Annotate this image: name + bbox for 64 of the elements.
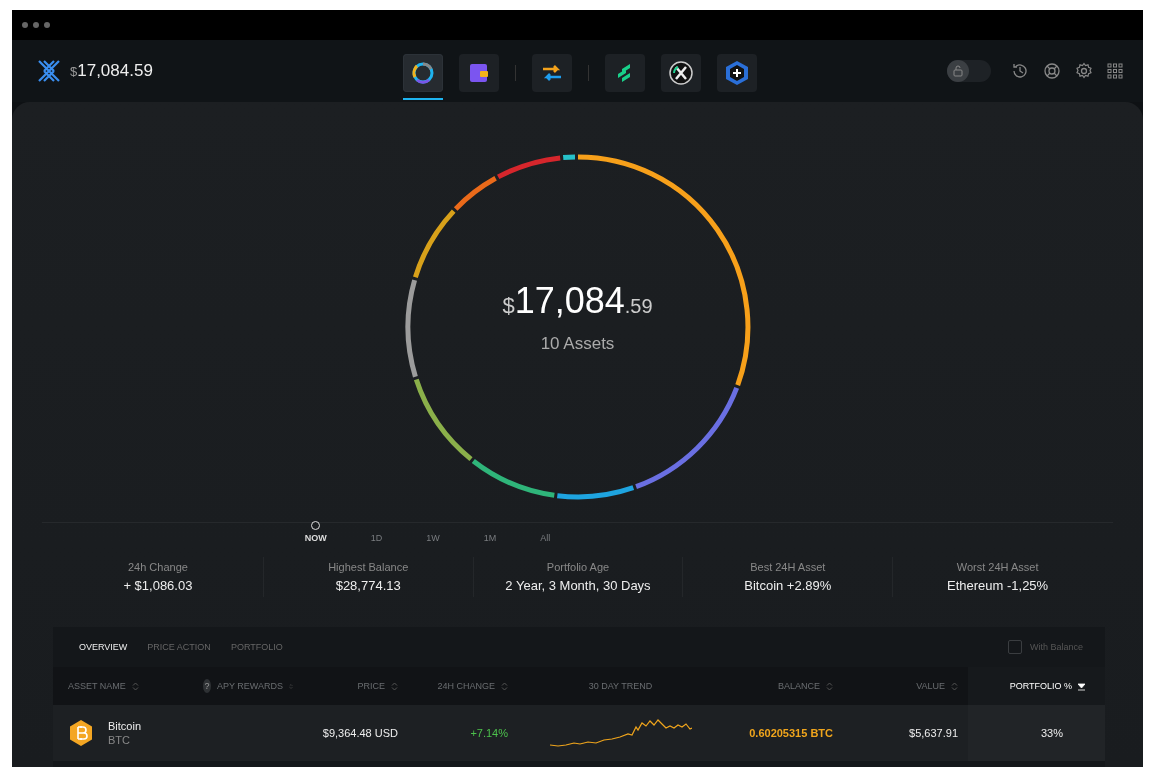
stat-label: Portfolio Age [546, 561, 610, 573]
sort-icon [391, 681, 398, 691]
app-button[interactable] [402, 54, 443, 92]
asset-count: 10 Assets [540, 334, 615, 354]
apps-grid-icon[interactable] [1107, 63, 1123, 79]
time-range-tab[interactable]: 1D [362, 517, 391, 543]
column-header[interactable]: 30 DAY TREND [588, 681, 653, 691]
history-icon[interactable] [1011, 62, 1029, 80]
sort-icon [501, 681, 508, 691]
sort-descending-icon [1078, 681, 1085, 691]
column-header[interactable]: 24H CHANGE [437, 681, 495, 691]
stat-value: + $1,086.03 [123, 578, 193, 593]
logo-icon [36, 58, 62, 84]
coin-icon [68, 719, 94, 747]
asset-ticker: BTC [108, 734, 131, 746]
time-range-tab[interactable]: All [532, 517, 559, 543]
value-cell: $5,637.91 [909, 727, 958, 739]
portfolio-total: $17,084.59 [502, 280, 653, 322]
column-header[interactable]: ASSET NAME [68, 681, 126, 691]
stat-value: 2 Year, 3 Month, 30 Days [505, 578, 651, 593]
x-coin-icon [667, 60, 694, 86]
app-button[interactable] [660, 54, 701, 92]
app-button[interactable] [531, 54, 572, 92]
stat-label: Highest Balance [328, 561, 409, 573]
stat-value: $28,774.13 [335, 578, 401, 593]
support-icon[interactable] [1043, 62, 1061, 80]
time-range-tab[interactable]: 1M [475, 517, 505, 543]
column-header[interactable]: APY REWARDS [217, 681, 283, 691]
ring-icon [410, 61, 435, 85]
lock-toggle[interactable] [947, 60, 991, 82]
change-cell: +7.14% [470, 727, 508, 739]
sort-icon [951, 681, 958, 691]
sort-icon [826, 681, 833, 691]
app-button[interactable] [604, 54, 645, 92]
table-tab[interactable]: PRICE ACTION [139, 638, 219, 656]
stat-value: Bitcoin +2.89% [744, 578, 832, 593]
window-dot[interactable] [44, 22, 50, 28]
price-cell: $9,364.48 USD [322, 727, 398, 739]
stat-label: Best 24H Asset [750, 561, 826, 573]
stat-label: Worst 24H Asset [956, 561, 1039, 573]
padlock-icon [952, 65, 964, 77]
table-tab[interactable]: OVERVIEW [71, 638, 136, 656]
asset-name: Bitcoin [108, 720, 142, 732]
checkbox-label: With Balance [1029, 642, 1083, 652]
column-header[interactable]: BALANCE [777, 681, 820, 691]
window-dot[interactable] [33, 22, 39, 28]
window-dot[interactable] [22, 22, 28, 28]
column-header[interactable]: VALUE [916, 681, 945, 691]
balance-cell: 0.60205315 BTC [749, 727, 833, 739]
time-range-tab[interactable]: 1W [418, 517, 448, 543]
table-tab[interactable]: PORTFOLIO [222, 638, 291, 656]
balance-total: $17,084.59 [70, 61, 153, 81]
stat-label: 24h Change [127, 561, 188, 573]
portfolio-cell: 33% [1040, 727, 1063, 739]
column-header[interactable]: PRICE [357, 681, 385, 691]
column-header[interactable]: PORTFOLIO % [1009, 681, 1072, 691]
hexagon-plus-icon [723, 60, 750, 86]
app-button[interactable] [458, 54, 499, 92]
checkbox[interactable] [1007, 640, 1022, 654]
help-icon[interactable]: ? [203, 679, 211, 693]
sort-icon [131, 681, 139, 691]
stat-value: Ethereum -1,25% [947, 578, 1049, 593]
settings-icon[interactable] [1075, 62, 1093, 80]
time-range-tab[interactable]: NOW [296, 517, 335, 543]
